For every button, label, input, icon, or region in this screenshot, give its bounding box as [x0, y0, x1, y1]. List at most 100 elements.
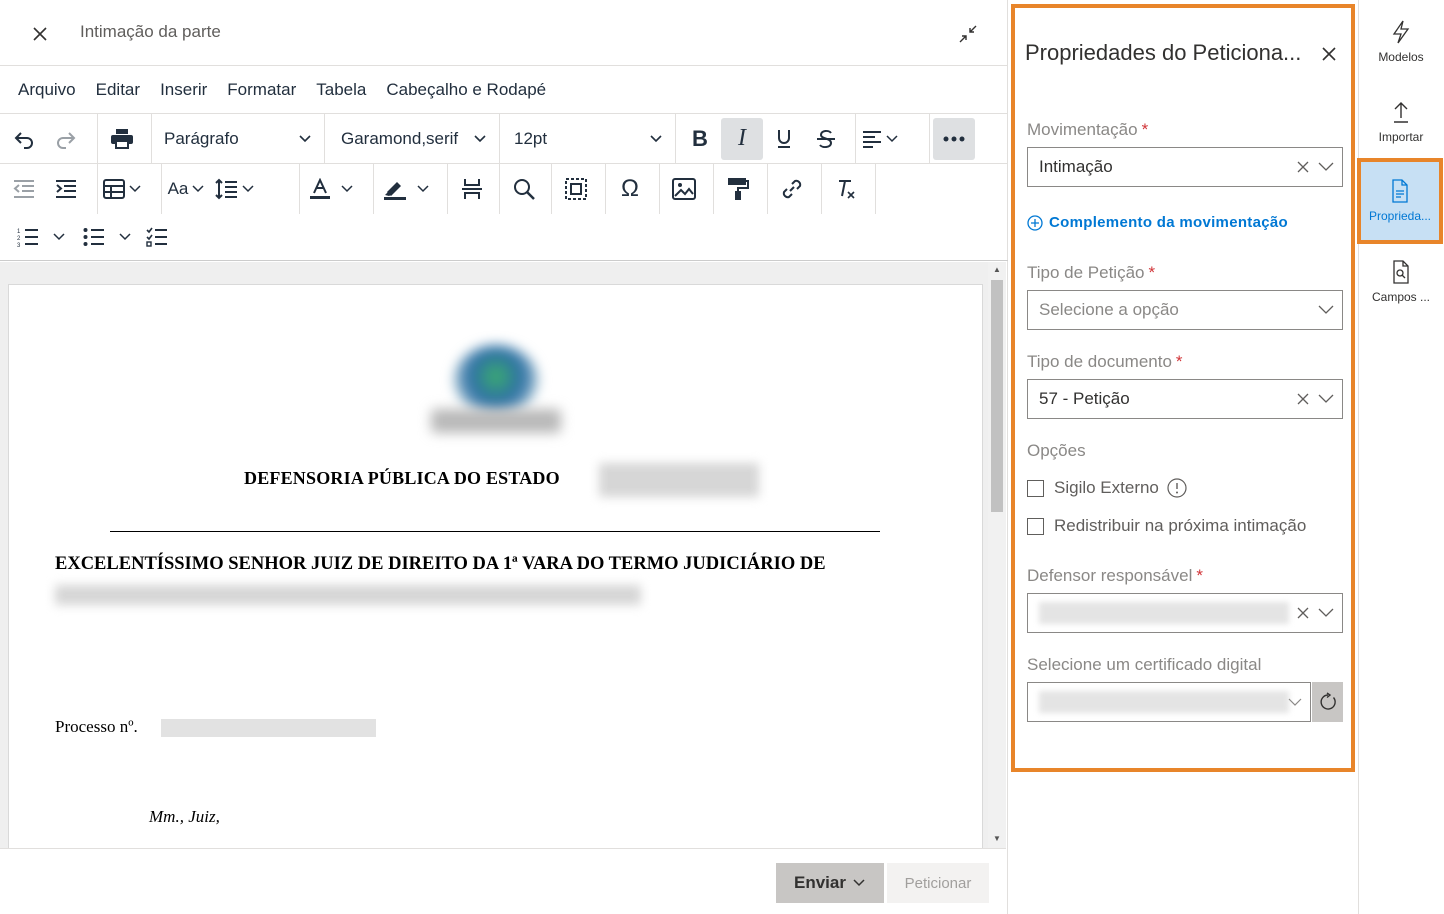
undo-button[interactable]	[3, 118, 45, 160]
clear-icon[interactable]	[1296, 606, 1310, 620]
tipo-documento-select[interactable]: 57 - Petição	[1027, 379, 1343, 419]
menu-header-footer[interactable]: Cabeçalho e Rodapé	[376, 76, 556, 104]
italic-button[interactable]: I	[721, 117, 763, 160]
link-icon	[782, 179, 802, 199]
checkbox-box[interactable]	[1027, 517, 1044, 535]
indent-button[interactable]	[45, 168, 87, 210]
clear-formatting-button[interactable]	[825, 168, 867, 210]
numbered-list-button[interactable]: 123	[12, 216, 70, 258]
align-button[interactable]	[859, 118, 901, 160]
sigilo-externo-checkbox[interactable]: Sigilo Externo	[1027, 478, 1187, 498]
underline-button[interactable]	[763, 118, 805, 160]
petition-button[interactable]: Peticionar	[887, 863, 989, 903]
menu-format[interactable]: Formatar	[217, 76, 306, 104]
pagebreak-group	[448, 164, 500, 214]
insert-image-button[interactable]	[663, 168, 705, 210]
font-family-select[interactable]: Garamond,serif	[325, 118, 499, 160]
redistribuir-checkbox[interactable]: Redistribuir na próxima intimação	[1027, 516, 1306, 536]
menu-table[interactable]: Tabela	[306, 76, 376, 104]
close-editor-button[interactable]	[26, 20, 54, 48]
outdent-button[interactable]	[3, 168, 45, 210]
line-height-button[interactable]	[213, 168, 255, 210]
strikethrough-button[interactable]	[805, 118, 847, 160]
refresh-icon	[1319, 692, 1336, 710]
highlight-button[interactable]	[383, 168, 429, 210]
close-properties-button[interactable]	[1315, 40, 1343, 68]
chevron-down-icon[interactable]	[1318, 608, 1334, 618]
clear-icon[interactable]	[1296, 392, 1310, 406]
tipo-documento-label: Tipo de documento *	[1027, 352, 1183, 372]
checkbox-box[interactable]	[1027, 479, 1044, 497]
toolbar-row-2: Aa Ω	[0, 164, 1008, 214]
side-rail: Modelos Importar Proprieda... Campos ...	[1357, 0, 1444, 914]
chevron-down-icon[interactable]	[1318, 305, 1334, 315]
chevron-down-icon[interactable]	[1288, 698, 1302, 707]
rail-item-campos[interactable]: Campos ...	[1359, 244, 1443, 320]
print-button[interactable]	[101, 118, 143, 160]
scroll-thumb[interactable]	[991, 280, 1003, 512]
petition-properties-panel: Propriedades do Peticiona... Movimentaçã…	[1011, 4, 1355, 772]
block-format-select[interactable]: Parágrafo	[152, 118, 324, 160]
chevron-down-icon	[129, 185, 141, 193]
scroll-down-icon[interactable]: ▼	[992, 834, 1002, 844]
scroll-up-icon[interactable]: ▲	[992, 265, 1002, 275]
text-color-button[interactable]	[309, 168, 353, 210]
checklist-button[interactable]	[136, 216, 178, 258]
rail-item-propriedades[interactable]: Proprieda...	[1357, 158, 1443, 244]
strikethrough-icon	[817, 129, 835, 148]
menu-edit[interactable]: Editar	[86, 76, 150, 104]
select-all-group	[552, 164, 606, 214]
search-replace-button[interactable]	[503, 168, 545, 210]
clear-icon[interactable]	[1296, 160, 1310, 174]
chevron-down-icon	[417, 185, 429, 193]
addressee-line: EXCELENTÍSSIMO SENHOR JUIZ DE DIREITO DA…	[55, 554, 826, 574]
document-area[interactable]: DEFENSORIA PÚBLICA DO ESTADO EXCELENTÍSS…	[0, 262, 1006, 848]
select-all-button[interactable]	[555, 168, 597, 210]
page-break-button[interactable]	[451, 168, 493, 210]
petition-label: Peticionar	[904, 874, 972, 892]
refresh-certificates-button[interactable]	[1312, 682, 1343, 722]
document-scrollbar[interactable]: ▲ ▼	[988, 262, 1006, 848]
indent-group	[0, 164, 98, 214]
bold-button[interactable]: B	[679, 118, 721, 160]
tipo-peticao-select[interactable]: Selecione a opção	[1027, 290, 1343, 330]
italic-icon: I	[738, 125, 746, 151]
menu-insert[interactable]: Inserir	[150, 76, 217, 104]
bullet-list-button[interactable]	[78, 216, 136, 258]
font-size-select[interactable]: 12pt	[500, 118, 675, 160]
certificado-select[interactable]	[1027, 682, 1311, 722]
redistribuir-label: Redistribuir na próxima intimação	[1054, 516, 1307, 535]
collapse-button[interactable]	[954, 20, 982, 48]
block-format-group: Parágrafo	[152, 113, 325, 164]
chevron-down-icon[interactable]	[1318, 162, 1334, 172]
defensor-select[interactable]	[1027, 593, 1343, 633]
add-complement-link[interactable]: Complemento da movimentação	[1027, 214, 1288, 231]
add-circle-icon	[1027, 214, 1043, 231]
menu-file[interactable]: Arquivo	[8, 76, 86, 104]
font-case-button[interactable]: Aa	[165, 168, 207, 210]
rail-item-importar[interactable]: Importar	[1359, 84, 1443, 160]
table-button[interactable]	[101, 168, 143, 210]
document-page[interactable]: DEFENSORIA PÚBLICA DO ESTADO EXCELENTÍSS…	[8, 284, 983, 848]
process-number-label: Processo nº.	[55, 717, 138, 736]
collapse-icon	[959, 25, 977, 43]
link-group	[768, 164, 822, 214]
redo-button[interactable]	[45, 118, 87, 160]
defensor-actions	[1296, 594, 1334, 632]
bold-icon: B	[692, 125, 708, 151]
info-icon[interactable]	[1167, 478, 1187, 498]
chevron-down-icon[interactable]	[1318, 394, 1334, 404]
movimentacao-select[interactable]: Intimação	[1027, 147, 1343, 187]
rail-item-modelos[interactable]: Modelos	[1359, 4, 1443, 80]
redacted-defensor-name	[1039, 602, 1289, 624]
certificado-actions	[1288, 683, 1302, 721]
salutation: Mm., Juiz,	[149, 807, 220, 826]
svg-text:2: 2	[17, 236, 21, 242]
insert-link-button[interactable]	[771, 168, 813, 210]
special-char-button[interactable]: Ω	[609, 168, 651, 210]
sigilo-externo-label: Sigilo Externo	[1054, 478, 1159, 497]
send-button[interactable]: Enviar	[776, 863, 884, 903]
format-painter-button[interactable]	[717, 168, 759, 210]
more-button[interactable]	[933, 117, 975, 160]
chevron-down-icon	[853, 879, 865, 887]
